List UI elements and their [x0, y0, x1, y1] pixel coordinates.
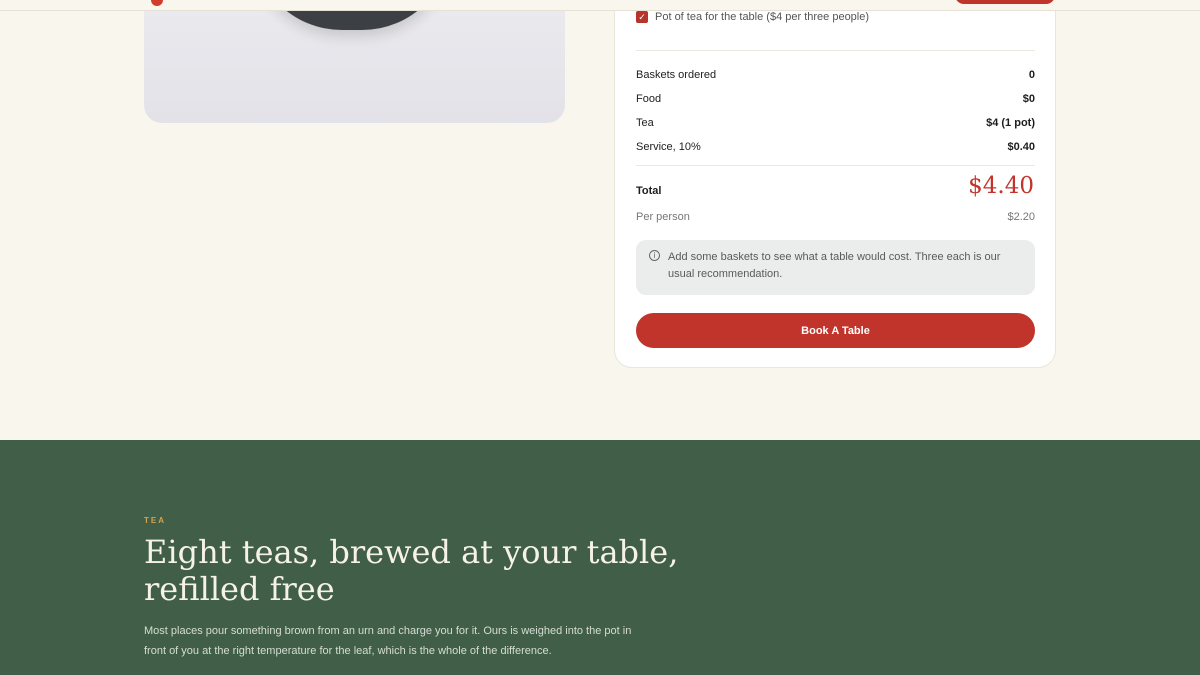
top-nav-bar [0, 0, 1200, 11]
divider [636, 50, 1035, 51]
tea-option-row[interactable]: ✓ Pot of tea for the table ($4 per three… [636, 11, 869, 23]
service-row: Service, 10% $0.40 [636, 141, 1035, 153]
tea-body: Most places pour something brown from an… [144, 625, 632, 657]
per-person-label: Per person [636, 211, 690, 223]
tea-heading-line1: Eight teas, brewed at your table, [144, 533, 679, 571]
per-person-value: $2.20 [1007, 211, 1035, 223]
food-value: $0 [1022, 93, 1035, 105]
tea-eyebrow: TEA [144, 516, 166, 525]
notice-text: Add some baskets to see what a table wou… [668, 251, 1001, 280]
food-label: Food [636, 93, 662, 105]
tea-label: Tea [636, 117, 654, 129]
tea-value: $4 (1 pot) [986, 117, 1035, 129]
baskets-value: 0 [1028, 69, 1035, 81]
food-row: Food $0 [636, 93, 1035, 105]
baskets-row: Baskets ordered 0 [636, 69, 1035, 81]
total-value: $4.40 [968, 173, 1034, 199]
tea-row: Tea $4 (1 pot) [636, 117, 1035, 129]
book-table-button[interactable]: Book A Table [636, 313, 1035, 348]
tea-heading-line2: refilled free [144, 570, 335, 608]
tea-heading: Eight teas, brewed at your table, refill… [144, 534, 684, 608]
service-label: Service, 10% [636, 141, 701, 153]
tea-section: TEA Eight teas, brewed at your table, re… [0, 440, 1200, 675]
dumpling-bowl-photo [144, 0, 565, 123]
service-value: $0.40 [1007, 141, 1035, 153]
per-person-row: Per person $2.20 [636, 211, 1035, 223]
info-icon: i [649, 250, 660, 261]
tea-option-label: Pot of tea for the table ($4 per three p… [655, 11, 870, 23]
baskets-label: Baskets ordered [636, 69, 717, 81]
tea-checkbox[interactable]: ✓ [636, 11, 648, 23]
cost-estimate-card: ✓ Pot of tea for the table ($4 per three… [614, 0, 1056, 368]
total-label: Total [636, 185, 662, 197]
nav-book-button[interactable] [955, 0, 1055, 4]
info-notice: i Add some baskets to see what a table w… [636, 240, 1035, 295]
logo-icon[interactable] [151, 0, 163, 6]
divider [636, 165, 1035, 166]
